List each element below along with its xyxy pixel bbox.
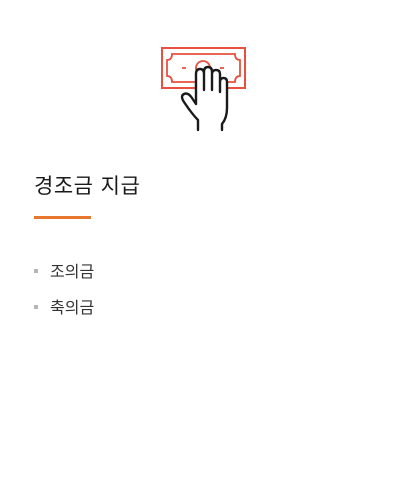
benefit-item-condolence: 조의금	[50, 262, 95, 281]
title-underline	[34, 216, 91, 219]
benefit-card: 경조금 지급 조의금 축의금	[0, 0, 406, 480]
bullet-icon	[34, 268, 38, 273]
card-title: 경조금 지급	[34, 174, 141, 198]
banknote-hand-icon	[158, 44, 250, 134]
list-item: 축의금	[34, 292, 94, 320]
benefit-item-congratulations: 축의금	[50, 298, 95, 317]
bullet-icon	[34, 304, 38, 309]
benefit-list: 조의금 축의금	[34, 256, 94, 328]
list-item: 조의금	[34, 256, 94, 284]
